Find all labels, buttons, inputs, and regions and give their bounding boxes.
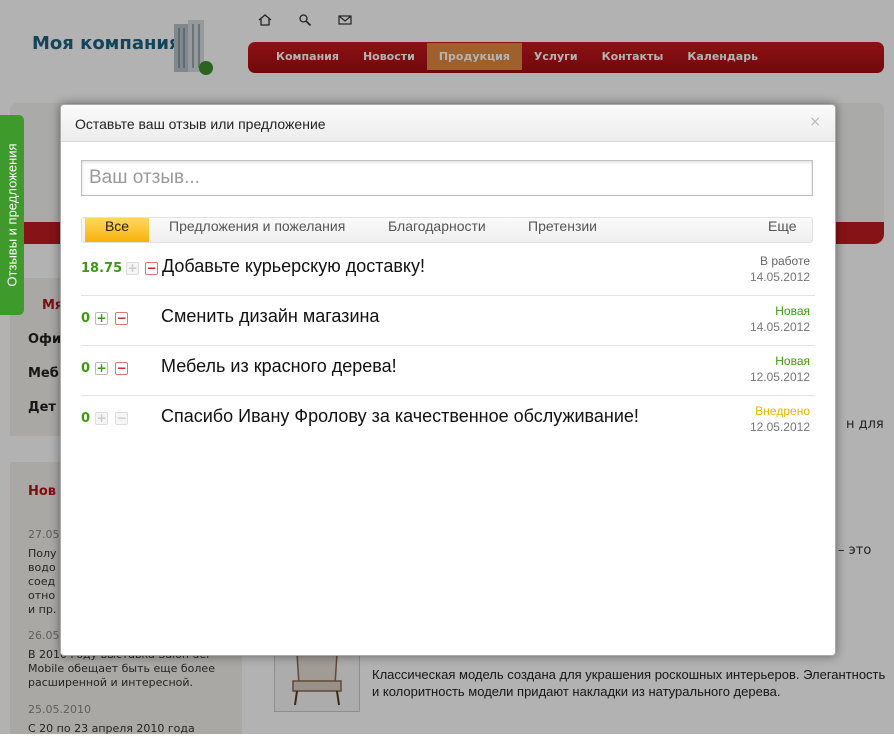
tab-all[interactable]: Все <box>85 218 149 242</box>
vote-down-button[interactable]: − <box>115 312 128 325</box>
vote-score: 0 <box>81 361 91 376</box>
tab-suggestions[interactable]: Предложения и пожелания <box>169 218 345 242</box>
vote-score: 0 <box>81 411 91 426</box>
feedback-date: 12.05.2012 <box>749 420 810 434</box>
vote-down-button: − <box>115 411 128 425</box>
feedback-title[interactable]: Спасибо Ивану Фролову за качественное об… <box>161 406 639 427</box>
feedback-item[interactable]: 0 + − Мебель из красного дерева! Новая 1… <box>81 345 815 396</box>
feedback-title[interactable]: Добавьте курьерскую доставку! <box>162 256 425 277</box>
tab-complaints[interactable]: Претензии <box>528 218 597 242</box>
tab-thanks[interactable]: Благодарности <box>388 218 486 242</box>
feedback-side-tab-label[interactable]: Отзывы и предложения <box>5 143 20 286</box>
feedback-modal: Оставьте ваш отзыв или предложение × Все… <box>60 104 836 656</box>
feedback-item[interactable]: 0 + − Спасибо Ивану Фролову за качествен… <box>81 395 815 445</box>
feedback-title[interactable]: Сменить дизайн магазина <box>161 306 379 327</box>
vote-down-button[interactable]: − <box>145 262 158 275</box>
vote-down-button[interactable]: − <box>115 362 128 375</box>
status-badge: Новая <box>775 354 810 368</box>
vote-up-button[interactable]: + <box>95 362 108 375</box>
vote-score: 18.75 <box>81 261 123 276</box>
feedback-input[interactable] <box>81 160 813 196</box>
close-icon[interactable]: × <box>809 114 821 130</box>
vote-up-button[interactable]: + <box>95 312 108 325</box>
feedback-item[interactable]: 0 + − Сменить дизайн магазина Новая 14.0… <box>81 295 815 346</box>
vote-up-button: + <box>95 411 108 425</box>
status-badge: Внедрено <box>755 404 810 418</box>
feedback-item[interactable]: 18.75 + − Добавьте курьерскую доставку! … <box>81 245 815 296</box>
vote-up-button[interactable]: + <box>126 262 139 275</box>
feedback-title[interactable]: Мебель из красного дерева! <box>161 356 397 377</box>
modal-title: Оставьте ваш отзыв или предложение <box>75 116 326 132</box>
status-badge: Новая <box>775 304 810 318</box>
feedback-date: 14.05.2012 <box>749 270 810 284</box>
status-badge: В работе <box>759 254 810 268</box>
vote-score: 0 <box>81 311 91 326</box>
tab-more[interactable]: Еще <box>768 218 797 242</box>
feedback-date: 12.05.2012 <box>749 370 810 384</box>
modal-header: Оставьте ваш отзыв или предложение × <box>61 105 835 142</box>
feedback-date: 14.05.2012 <box>749 320 810 334</box>
feedback-tabs: Все Предложения и пожелания Благодарност… <box>81 217 813 243</box>
